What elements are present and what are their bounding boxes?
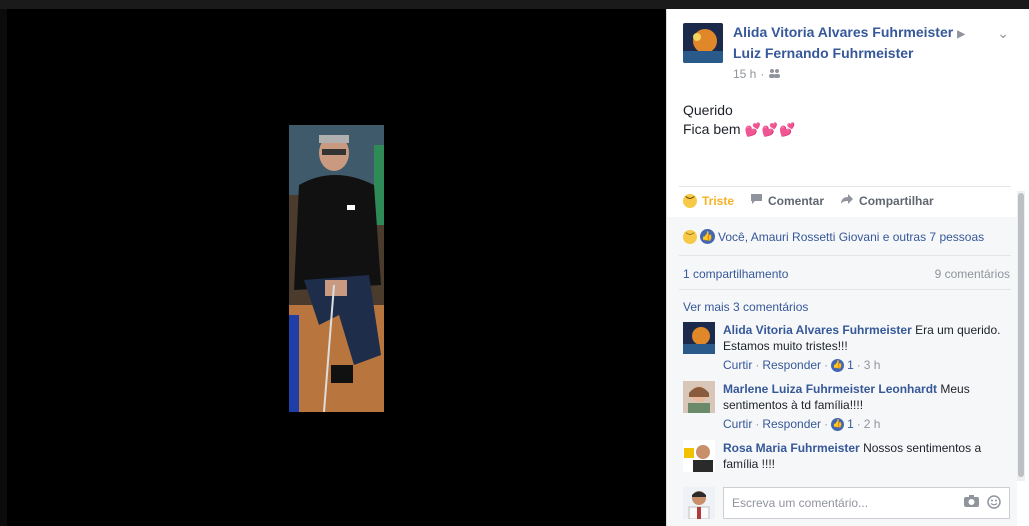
comment-like-count[interactable]: 1 <box>847 357 854 373</box>
comment-time[interactable]: 2 h <box>864 416 881 432</box>
comment-like-count[interactable]: 1 <box>847 416 854 432</box>
comments-count[interactable]: 9 comentários <box>935 267 1010 281</box>
comment-button[interactable]: Comentar <box>750 193 824 208</box>
post-text: Querido Fica bem 💕💕💕 <box>683 101 796 139</box>
comment-like-link[interactable]: Curtir <box>723 357 752 373</box>
triste-label: Triste <box>702 193 735 208</box>
comment-icon <box>750 193 763 208</box>
comment-body: Rosa Maria Fuhrmeister Nossos sentimento… <box>723 440 1003 472</box>
reaction-triste-button[interactable]: ︶ Triste <box>683 193 735 208</box>
dot-separator: · <box>755 358 760 372</box>
comment-label: Comentar <box>768 193 825 208</box>
side-panel: Alida Vitoria Alvares Fuhrmeister ▶ Luiz … <box>666 9 1029 526</box>
photo-image <box>289 125 384 412</box>
share-button[interactable]: Compartilhar <box>840 193 934 208</box>
commenter-name[interactable]: Marlene Luiza Fuhrmeister Leonhardt <box>723 382 937 396</box>
sad-reaction-icon: ︶ <box>683 229 697 244</box>
reactions-summary-text: Você, Amauri Rossetti Giovani e outras 7… <box>718 229 985 244</box>
post-time[interactable]: 15 h <box>733 67 756 81</box>
like-reaction-icon: 👍 <box>700 229 715 244</box>
dot-separator: · <box>856 358 861 372</box>
author-avatar[interactable] <box>683 23 723 63</box>
composer-icons <box>964 495 1001 512</box>
scrollbar[interactable] <box>1017 191 1025 481</box>
sad-face-icon: ︶ <box>683 193 697 208</box>
divider-reactions <box>679 255 1011 256</box>
chevron-down-icon[interactable]: ⌄ <box>997 25 1009 42</box>
comment-like-link[interactable]: Curtir <box>723 416 752 432</box>
commenter-name[interactable]: Rosa Maria Fuhrmeister <box>723 441 860 455</box>
comment-body: Alida Vitoria Alvares Fuhrmeister Era um… <box>723 322 1003 373</box>
dot-separator: · <box>824 358 829 372</box>
photo-theater: Alida Vitoria Alvares Fuhrmeister ▶ Luiz … <box>0 0 1029 526</box>
comment-meta: Curtir · Responder · 👍 1 · 2 h <box>723 416 1003 432</box>
dot-separator: · <box>824 417 829 431</box>
like-icon: 👍 <box>831 358 845 372</box>
author-name[interactable]: Alida Vitoria Alvares Fuhrmeister <box>733 24 953 40</box>
recipient-name[interactable]: Luiz Fernando Fuhrmeister <box>733 45 913 61</box>
comment-reply-link[interactable]: Responder <box>762 357 821 373</box>
top-strip <box>0 0 1029 9</box>
commenter-avatar[interactable] <box>683 440 715 472</box>
emoji-icon[interactable] <box>987 495 1001 512</box>
arrow-right-icon: ▶ <box>957 29 965 40</box>
divider-stats <box>679 289 1011 290</box>
friends-icon[interactable] <box>768 67 781 81</box>
current-user-avatar[interactable] <box>683 487 715 519</box>
reactions-summary[interactable]: ︶ 👍 Você, Amauri Rossetti Giovani e outr… <box>683 229 984 244</box>
post-text-line2-text: Fica bem <box>683 121 741 137</box>
post-meta: 15 h · <box>733 67 781 81</box>
shares-count[interactable]: 1 compartilhamento <box>683 267 788 281</box>
post-text-line1: Querido <box>683 102 733 118</box>
post-text-line2: Fica bem 💕💕💕 <box>683 120 796 139</box>
commenter-avatar[interactable] <box>683 381 715 413</box>
hearts-emoji: 💕💕💕 <box>744 122 797 137</box>
dot-separator: · <box>755 417 760 431</box>
comment-meta: Curtir · Responder · 👍 1 · 3 h <box>723 357 1003 373</box>
share-label: Compartilhar <box>859 193 934 208</box>
dot-separator: · <box>856 417 861 431</box>
view-more-comments-link[interactable]: Ver mais 3 comentários <box>683 300 808 314</box>
dot-separator: · <box>760 67 765 81</box>
commenter-avatar[interactable] <box>683 322 715 354</box>
commenter-name[interactable]: Alida Vitoria Alvares Fuhrmeister <box>723 323 912 337</box>
comment-composer: Escreva um comentário... <box>667 479 1017 526</box>
camera-icon[interactable] <box>964 495 979 512</box>
photo[interactable] <box>289 125 384 412</box>
comment-body: Marlene Luiza Fuhrmeister Leonhardt Meus… <box>723 381 1003 432</box>
comment-time[interactable]: 3 h <box>864 357 881 373</box>
comment-reply-link[interactable]: Responder <box>762 416 821 432</box>
share-icon <box>840 193 854 208</box>
divider-top <box>679 186 1011 187</box>
post-actions: ︶ Triste Comentar Compartilhar <box>683 193 934 208</box>
like-icon: 👍 <box>831 417 845 431</box>
scrollbar-thumb[interactable] <box>1018 193 1024 477</box>
photo-viewer[interactable] <box>7 9 666 526</box>
post-names: Alida Vitoria Alvares Fuhrmeister ▶ Luiz … <box>733 23 983 63</box>
